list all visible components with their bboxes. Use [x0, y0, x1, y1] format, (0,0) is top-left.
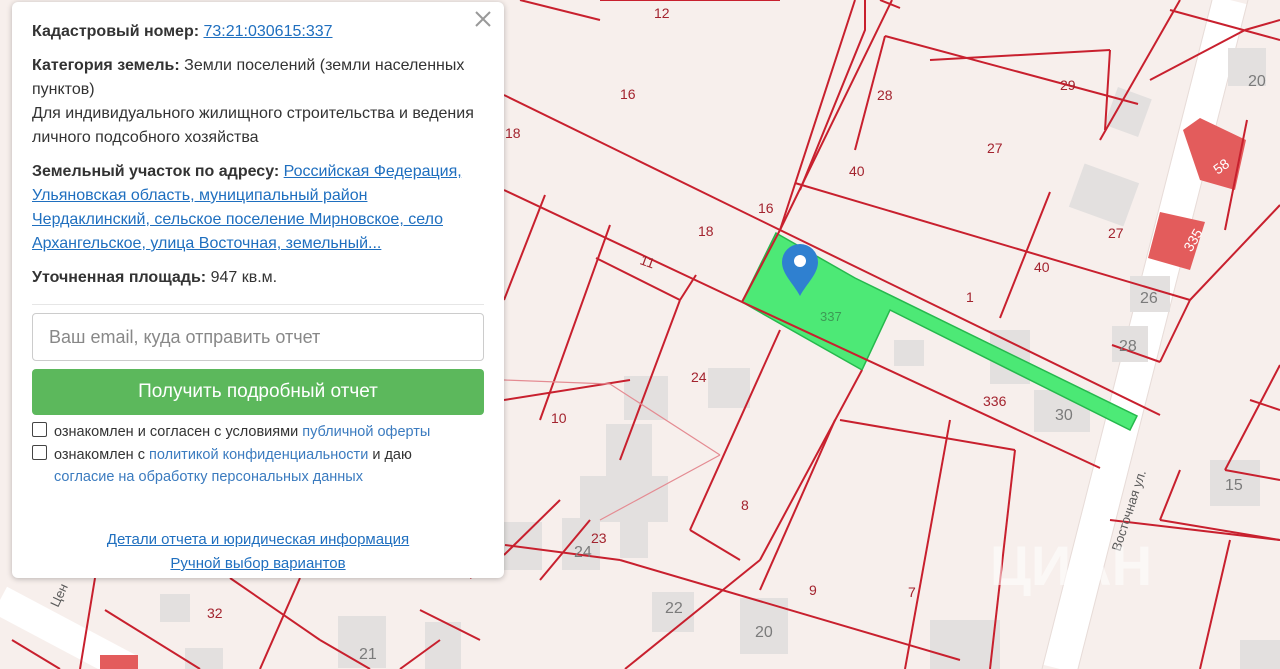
house-number: 22 — [665, 600, 683, 617]
area-label: Уточненная площадь: — [32, 269, 207, 286]
house-number: 15 — [1225, 477, 1243, 494]
plot-label: 1 — [966, 289, 974, 305]
permitted-use: Для индивидуального жилищного строительс… — [32, 105, 474, 146]
plot-label: 28 — [877, 87, 893, 103]
house-number: 26 — [1140, 290, 1158, 307]
plot-info-card: Кадастровый номер: 73:21:030615:337 Кате… — [12, 2, 504, 578]
area-row: Уточненная площадь: 947 кв.м. — [32, 266, 484, 290]
plot-label: 16 — [758, 200, 774, 216]
privacy-policy-link[interactable]: политикой конфиденциальности — [149, 447, 368, 463]
offer-consent-text: ознакомлен и согласен с условиями — [54, 424, 303, 440]
privacy-consent: ознакомлен с политикой конфиденциальност… — [32, 444, 484, 488]
house-number: 21 — [359, 646, 377, 663]
house-number: 30 — [1055, 407, 1073, 424]
plot-label: 40 — [849, 163, 865, 179]
plot-label: 7 — [908, 584, 916, 600]
plot-label: 24 — [691, 369, 707, 385]
cadastral-number-link[interactable]: 73:21:030615:337 — [204, 23, 333, 40]
address-label: Земельный участок по адресу: — [32, 163, 280, 180]
house-number: 20 — [1248, 73, 1266, 90]
plot-label: 336 — [983, 393, 1007, 409]
plot-label: 23 — [591, 530, 607, 546]
cadastral-label: Кадастровый номер: — [32, 23, 200, 40]
plot-label: 12 — [654, 5, 670, 21]
category-row: Категория земель: Земли поселений (земли… — [32, 54, 484, 150]
area-value: 947 кв.м. — [210, 269, 278, 286]
watermark: ЦИАН — [990, 534, 1152, 597]
target-plot-label: 337 — [820, 309, 842, 324]
plot-label: 27 — [1108, 225, 1124, 241]
privacy-consent-text: ознакомлен с — [54, 447, 150, 463]
plot-label: 18 — [505, 125, 521, 141]
plot-label: 8 — [741, 497, 749, 513]
plot-label: 9 — [809, 582, 817, 598]
plot-label: 10 — [551, 410, 567, 426]
house-number: 20 — [755, 624, 773, 641]
public-offer-link[interactable]: публичной оферты — [302, 424, 430, 440]
plot-label: 18 — [698, 223, 714, 239]
house-number: 24 — [574, 544, 592, 561]
manual-selection-link[interactable]: Ручной выбор вариантов — [170, 552, 345, 576]
plot-label: 32 — [207, 605, 223, 621]
cadastral-row: Кадастровый номер: 73:21:030615:337 — [32, 20, 484, 44]
offer-checkbox[interactable] — [32, 422, 47, 437]
report-details-link[interactable]: Детали отчета и юридическая информация — [107, 528, 409, 552]
plot-label: 16 — [620, 86, 636, 102]
personal-data-consent-link[interactable]: согласие на обработку персональных данны… — [54, 469, 363, 485]
email-input[interactable] — [32, 313, 484, 361]
category-label: Категория земель: — [32, 57, 180, 74]
footer-links: Детали отчета и юридическая информация Р… — [32, 528, 484, 576]
close-icon[interactable] — [472, 8, 494, 30]
house-number: 28 — [1119, 338, 1137, 355]
plot-label: 40 — [1034, 259, 1050, 275]
privacy-consent-mid: и даю — [368, 447, 412, 463]
get-report-button[interactable]: Получить подробный отчет — [32, 369, 484, 415]
address-row: Земельный участок по адресу: Российская … — [32, 160, 484, 256]
privacy-checkbox[interactable] — [32, 445, 47, 460]
offer-consent: ознакомлен и согласен с условиями публич… — [32, 421, 484, 443]
divider — [32, 304, 484, 305]
plot-label: 27 — [987, 140, 1003, 156]
plot-label: 29 — [1060, 77, 1076, 93]
